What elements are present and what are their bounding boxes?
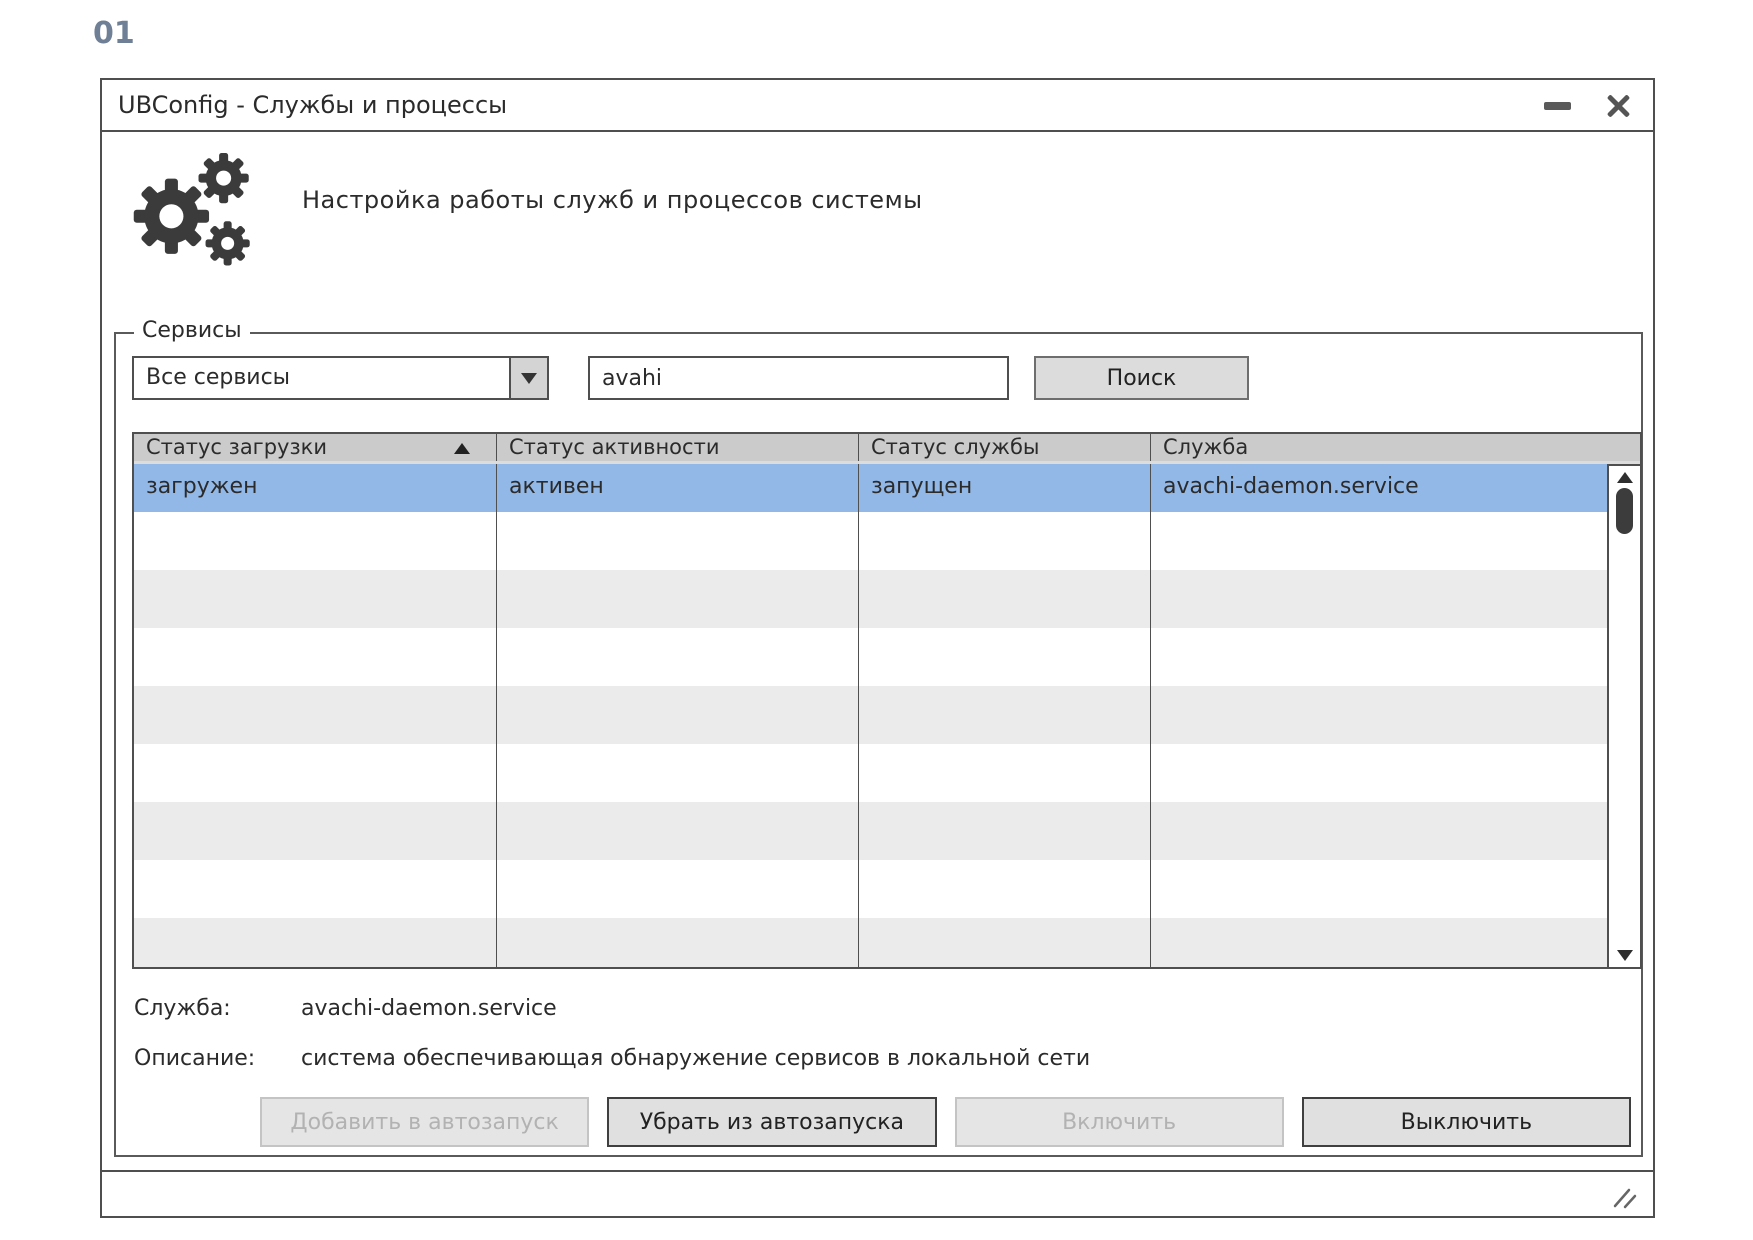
gears-icon — [132, 152, 258, 270]
empty-cell — [1151, 918, 1640, 969]
cell-active-status: активен — [497, 464, 859, 512]
resize-grip-icon[interactable] — [1611, 1186, 1641, 1210]
remove-from-autostart-button[interactable]: Убрать из автозапуска — [607, 1097, 936, 1147]
chevron-down-icon — [521, 373, 537, 384]
scrollbar-thumb[interactable] — [1616, 488, 1633, 534]
dropdown-button[interactable] — [509, 358, 547, 398]
slide-number: 01 — [93, 16, 135, 51]
description-value: система обеспечивающая обнаружение серви… — [301, 1046, 1090, 1071]
table-row-empty — [134, 512, 1640, 570]
empty-cell — [134, 744, 497, 802]
empty-cell — [497, 628, 859, 686]
search-button[interactable]: Поиск — [1034, 356, 1249, 400]
table-empty-rows — [134, 512, 1640, 969]
empty-cell — [134, 512, 497, 570]
cell-load-status: загружен — [134, 464, 497, 512]
table-row-empty — [134, 744, 1640, 802]
empty-cell — [859, 802, 1151, 860]
empty-cell — [497, 512, 859, 570]
empty-cell — [1151, 570, 1640, 628]
empty-cell — [1151, 512, 1640, 570]
cell-service-name: avachi-daemon.service — [1151, 464, 1640, 512]
description-label: Описание: — [134, 1046, 294, 1071]
empty-cell — [134, 686, 497, 744]
detail-service-row: Служба: avachi-daemon.service — [134, 996, 557, 1021]
table-row-empty — [134, 918, 1640, 969]
action-buttons-row: Добавить в автозапуск Убрать из автозапу… — [260, 1097, 1631, 1147]
window-title: UBConfig - Службы и процессы — [118, 91, 507, 119]
empty-cell — [859, 512, 1151, 570]
empty-cell — [134, 628, 497, 686]
empty-cell — [497, 744, 859, 802]
window-controls — [1544, 80, 1633, 132]
services-groupbox: Сервисы Все сервисы Поиск Статус загрузк… — [114, 332, 1643, 1157]
search-input[interactable] — [588, 356, 1009, 400]
table-row-empty — [134, 686, 1640, 744]
enable-service-button: Включить — [955, 1097, 1284, 1147]
empty-cell — [859, 918, 1151, 969]
add-to-autostart-button: Добавить в автозапуск — [260, 1097, 589, 1147]
minimize-icon[interactable] — [1544, 102, 1571, 110]
services-table: Статус загрузки Статус активности Статус… — [132, 432, 1642, 969]
empty-cell — [497, 860, 859, 918]
mockup-canvas: { "page": { "slide_number": "01" }, "win… — [0, 0, 1753, 1240]
app-window: UBConfig - Службы и процессы — [100, 78, 1655, 1218]
status-bar — [102, 1170, 1653, 1216]
empty-cell — [1151, 802, 1640, 860]
disable-service-button[interactable]: Выключить — [1302, 1097, 1631, 1147]
service-filter-dropdown[interactable]: Все сервисы — [132, 356, 549, 400]
empty-cell — [859, 860, 1151, 918]
empty-cell — [859, 744, 1151, 802]
empty-cell — [859, 686, 1151, 744]
empty-cell — [134, 860, 497, 918]
sort-ascending-icon — [454, 443, 470, 454]
table-row-empty — [134, 570, 1640, 628]
empty-cell — [859, 570, 1151, 628]
empty-cell — [497, 918, 859, 969]
table-row-selected[interactable]: загружен активен запущен avachi-daemon.s… — [134, 464, 1640, 512]
service-label: Служба: — [134, 996, 294, 1021]
scroll-down-icon[interactable] — [1617, 950, 1633, 961]
cell-service-status: запущен — [859, 464, 1151, 512]
table-row-empty — [134, 860, 1640, 918]
close-icon[interactable] — [1603, 91, 1633, 121]
column-header-load-status[interactable]: Статус загрузки — [134, 434, 497, 461]
column-header-service[interactable]: Служба — [1151, 434, 1640, 461]
column-header-label: Статус загрузки — [146, 435, 327, 459]
table-row-empty — [134, 802, 1640, 860]
empty-cell — [1151, 744, 1640, 802]
window-titlebar: UBConfig - Службы и процессы — [102, 80, 1653, 132]
column-header-active-status[interactable]: Статус активности — [497, 434, 859, 461]
detail-description-row: Описание: система обеспечивающая обнаруж… — [134, 1046, 1090, 1071]
dropdown-selected-value: Все сервисы — [134, 358, 509, 398]
vertical-scrollbar[interactable] — [1607, 464, 1640, 967]
empty-cell — [497, 686, 859, 744]
table-header-row: Статус загрузки Статус активности Статус… — [134, 434, 1640, 464]
empty-cell — [497, 570, 859, 628]
empty-cell — [1151, 860, 1640, 918]
empty-cell — [859, 628, 1151, 686]
groupbox-legend: Сервисы — [134, 318, 250, 343]
empty-cell — [134, 570, 497, 628]
empty-cell — [134, 802, 497, 860]
app-description: Настройка работы служб и процессов систе… — [302, 186, 923, 214]
empty-cell — [497, 802, 859, 860]
scroll-up-icon[interactable] — [1617, 472, 1633, 483]
empty-cell — [1151, 686, 1640, 744]
column-header-service-status[interactable]: Статус службы — [859, 434, 1151, 461]
service-value: avachi-daemon.service — [301, 996, 557, 1021]
table-row-empty — [134, 628, 1640, 686]
empty-cell — [1151, 628, 1640, 686]
empty-cell — [134, 918, 497, 969]
